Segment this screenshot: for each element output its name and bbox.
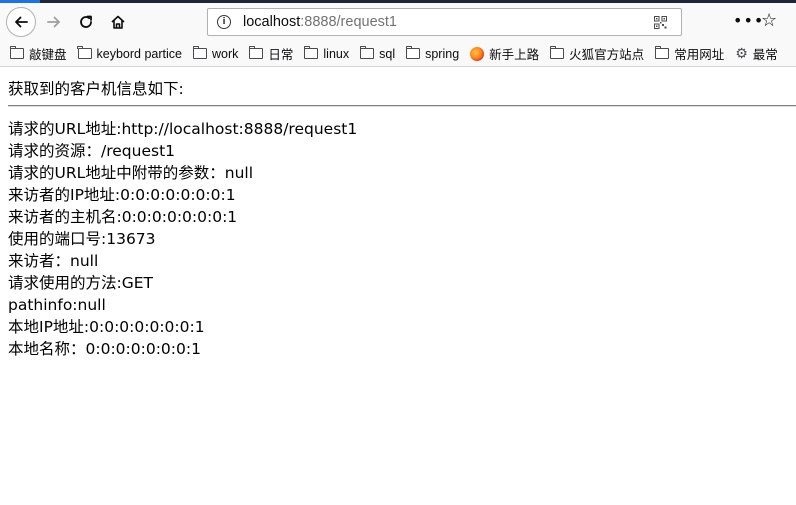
folder-icon [9,45,24,59]
bookmark-label: keybord partice [96,46,182,61]
info-line-local-addr: 本地IP地址:0:0:0:0:0:0:0:1 [8,318,205,336]
bookmark-label: 火狐官方站点 [569,48,645,62]
back-button[interactable] [6,7,36,37]
bookmark-label: work [211,46,239,61]
bookmark-most-visited[interactable]: ⚙ 最常 [735,44,778,63]
folder-icon [405,45,421,59]
bookmark-label: 新手上路 [489,48,540,62]
gear-icon: ⚙ [735,45,748,61]
back-arrow-icon [15,16,28,28]
folder-icon [249,45,264,59]
bookmark-getting-started[interactable]: 新手上路 [470,44,539,63]
url-path: :8888/request1 [300,14,397,30]
address-bar-url[interactable]: localhost:8888/request1 [243,14,397,30]
bookmark-label: 最常 [752,48,778,62]
info-line-query-string: 请求的URL地址中附带的参数：null [8,164,254,182]
bookmark-folder-sql[interactable]: sql [359,45,396,61]
bookmark-label: 敲键盘 [29,48,67,62]
bookmark-label: linux [323,46,350,61]
info-line-local-name: 本地名称：0:0:0:0:0:0:0:1 [8,340,201,358]
address-bar[interactable]: i localhost:8888/request1 [207,8,682,36]
bookmark-label: 日常 [268,48,294,62]
bookmark-label: sql [379,46,396,61]
forward-button[interactable] [40,8,68,36]
horizontal-rule [8,105,796,107]
browser-window: i localhost:8888/request1 ••• ☆ 敲键盘 keyb… [0,0,796,505]
info-line-method: 请求使用的方法:GET [8,274,153,292]
forward-arrow-icon [47,16,60,28]
info-line-remote-user: 来访者：null [8,252,99,270]
info-line-remote-host: 来访者的主机名:0:0:0:0:0:0:0:1 [8,208,238,226]
info-line-remote-port: 使用的端口号:13673 [8,230,156,248]
client-info-list: 请求的URL地址:http://localhost:8888/request1 … [8,118,788,360]
bookmark-label: spring [425,46,460,61]
bookmark-folder-daily[interactable]: 日常 [249,44,293,63]
bookmark-folder-keyboard[interactable]: 敲键盘 [9,44,67,63]
bookmark-folder-firefox-official[interactable]: 火狐官方站点 [549,44,645,63]
home-icon [111,15,125,29]
info-line-request-url: 请求的URL地址:http://localhost:8888/request1 [8,120,358,138]
navigation-toolbar: i localhost:8888/request1 ••• ☆ [0,3,796,41]
bookmark-folder-common-sites[interactable]: 常用网址 [654,44,725,63]
page-actions-menu-button[interactable]: ••• [733,12,764,30]
bookmark-folder-linux[interactable]: linux [304,45,350,61]
page-heading: 获取到的客户机信息如下: [8,80,184,98]
bookmark-label: 常用网址 [674,48,725,62]
firefox-icon [470,46,485,61]
reload-button[interactable] [72,8,100,36]
folder-icon [77,45,92,59]
home-button[interactable] [104,8,132,36]
url-host: localhost [243,14,301,30]
bookmark-folder-spring[interactable]: spring [405,45,460,61]
bookmark-folder-work[interactable]: work [192,45,239,61]
folder-icon [192,45,207,59]
folder-icon [654,45,670,59]
folder-icon [304,45,319,59]
bookmark-star-icon[interactable]: ☆ [761,11,777,31]
reload-icon [80,15,92,28]
folder-icon [359,45,375,59]
info-line-path-info: pathinfo:null [8,296,106,314]
qr-code-icon[interactable] [654,16,667,29]
info-line-request-uri: 请求的资源：/request1 [8,142,176,160]
folder-icon [549,45,565,59]
info-line-remote-addr: 来访者的IP地址:0:0:0:0:0:0:0:1 [8,186,236,204]
site-info-icon[interactable]: i [217,15,231,29]
bookmark-folder-keybord-partice[interactable]: keybord partice [77,45,182,61]
bookmarks-toolbar: 敲键盘 keybord partice work 日常 linux sql sp… [0,41,796,67]
page-content: 获取到的客户机信息如下: 请求的URL地址:http://localhost:8… [0,67,796,360]
